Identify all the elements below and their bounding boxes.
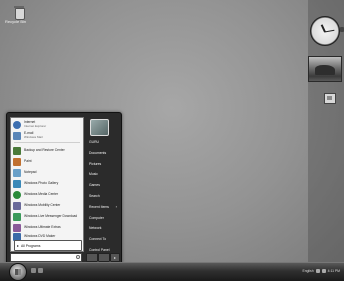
pinned-item-email[interactable]: E-mail Windows Mail [13, 130, 81, 141]
backup-icon [13, 146, 21, 155]
chevron-right-icon: ▸ [17, 243, 20, 248]
program-item[interactable]: Windows Photo Gallery [13, 178, 81, 189]
power-button[interactable] [86, 253, 98, 262]
lock-button[interactable] [98, 253, 110, 262]
program-label: Paint [24, 158, 32, 163]
recycle-bin-label: Recycle Bin [5, 19, 27, 24]
program-item[interactable]: Windows Media Center [13, 189, 81, 200]
gadget-handle[interactable] [340, 27, 344, 32]
places-item-network[interactable]: Network [84, 223, 120, 234]
start-button[interactable] [9, 263, 27, 281]
shutdown-options-button[interactable]: ▸ [110, 253, 120, 262]
program-item[interactable]: Windows Live Messenger Download [13, 211, 81, 222]
places-item-computer[interactable]: Computer [84, 213, 120, 224]
paint-icon [13, 157, 21, 166]
program-item[interactable]: Windows Mobility Center [13, 200, 81, 211]
places-item-documents[interactable]: Documents [84, 148, 120, 159]
recycle-bin-icon[interactable] [12, 6, 26, 20]
media-center-icon [13, 190, 21, 199]
programs-pane: Internet Internet Explorer E-mail Windows … [10, 117, 84, 252]
feed-headlines-icon[interactable] [324, 93, 336, 104]
program-label: Windows Live Messenger Download [24, 213, 78, 218]
places-item-music[interactable]: Music [84, 169, 120, 180]
messenger-icon [13, 212, 21, 221]
places-item-label: Recent Items [89, 204, 109, 209]
network-icon[interactable] [315, 269, 320, 273]
program-label: Windows DVD Maker [24, 233, 56, 238]
pinned-subtitle: Windows Mail [24, 134, 43, 139]
show-desktop-icon[interactable] [31, 268, 36, 273]
program-label: Windows Mobility Center [24, 202, 61, 207]
places-item-connect[interactable]: Connect To [84, 234, 120, 245]
program-item[interactable]: Backup and Restore Center [13, 145, 81, 156]
volume-icon[interactable] [321, 269, 326, 273]
program-label: Windows Photo Gallery [24, 180, 59, 185]
all-programs-button[interactable]: ▸ All Programs [14, 240, 82, 251]
program-label: Backup and Restore Center [24, 147, 65, 152]
switch-windows-icon[interactable] [38, 268, 43, 273]
start-menu: Internet Internet Explorer E-mail Windows … [6, 112, 122, 273]
system-clock[interactable]: 4:11 PM [328, 269, 340, 273]
clock-gadget[interactable] [310, 16, 340, 46]
all-programs-label: All Programs [21, 243, 41, 248]
taskbar [0, 262, 344, 281]
notepad-icon [13, 168, 21, 177]
chevron-right-icon: › [115, 203, 117, 209]
program-item[interactable]: Paint [13, 156, 81, 167]
photo-gallery-icon [13, 179, 21, 188]
search-icon [76, 255, 80, 259]
program-label: Windows Ultimate Extras [24, 224, 61, 229]
user-picture[interactable] [90, 119, 109, 136]
notification-area: English 4:11 PM [303, 266, 340, 276]
places-item-games[interactable]: Games [84, 180, 120, 191]
windows-sidebar [308, 0, 344, 270]
places-item-user[interactable]: GURU [84, 137, 120, 148]
language-indicator[interactable]: English [303, 269, 314, 273]
places-item-search[interactable]: Search [84, 191, 120, 202]
pinned-subtitle: Internet Explorer [24, 123, 47, 128]
places-item-pictures[interactable]: Pictures [84, 159, 120, 170]
slideshow-gadget[interactable] [308, 56, 342, 82]
search-input[interactable] [10, 253, 82, 262]
internet-explorer-icon [13, 120, 21, 129]
program-item[interactable]: Notepad [13, 167, 81, 178]
windows-logo-icon [15, 269, 21, 275]
separator [14, 142, 80, 143]
mail-icon [13, 131, 21, 140]
mobility-center-icon [13, 201, 21, 210]
places-item-recent[interactable]: Recent Items › [84, 202, 120, 213]
program-label: Windows Media Center [24, 191, 59, 196]
pinned-item-internet[interactable]: Internet Internet Explorer [13, 119, 81, 130]
program-label: Notepad [24, 169, 37, 174]
